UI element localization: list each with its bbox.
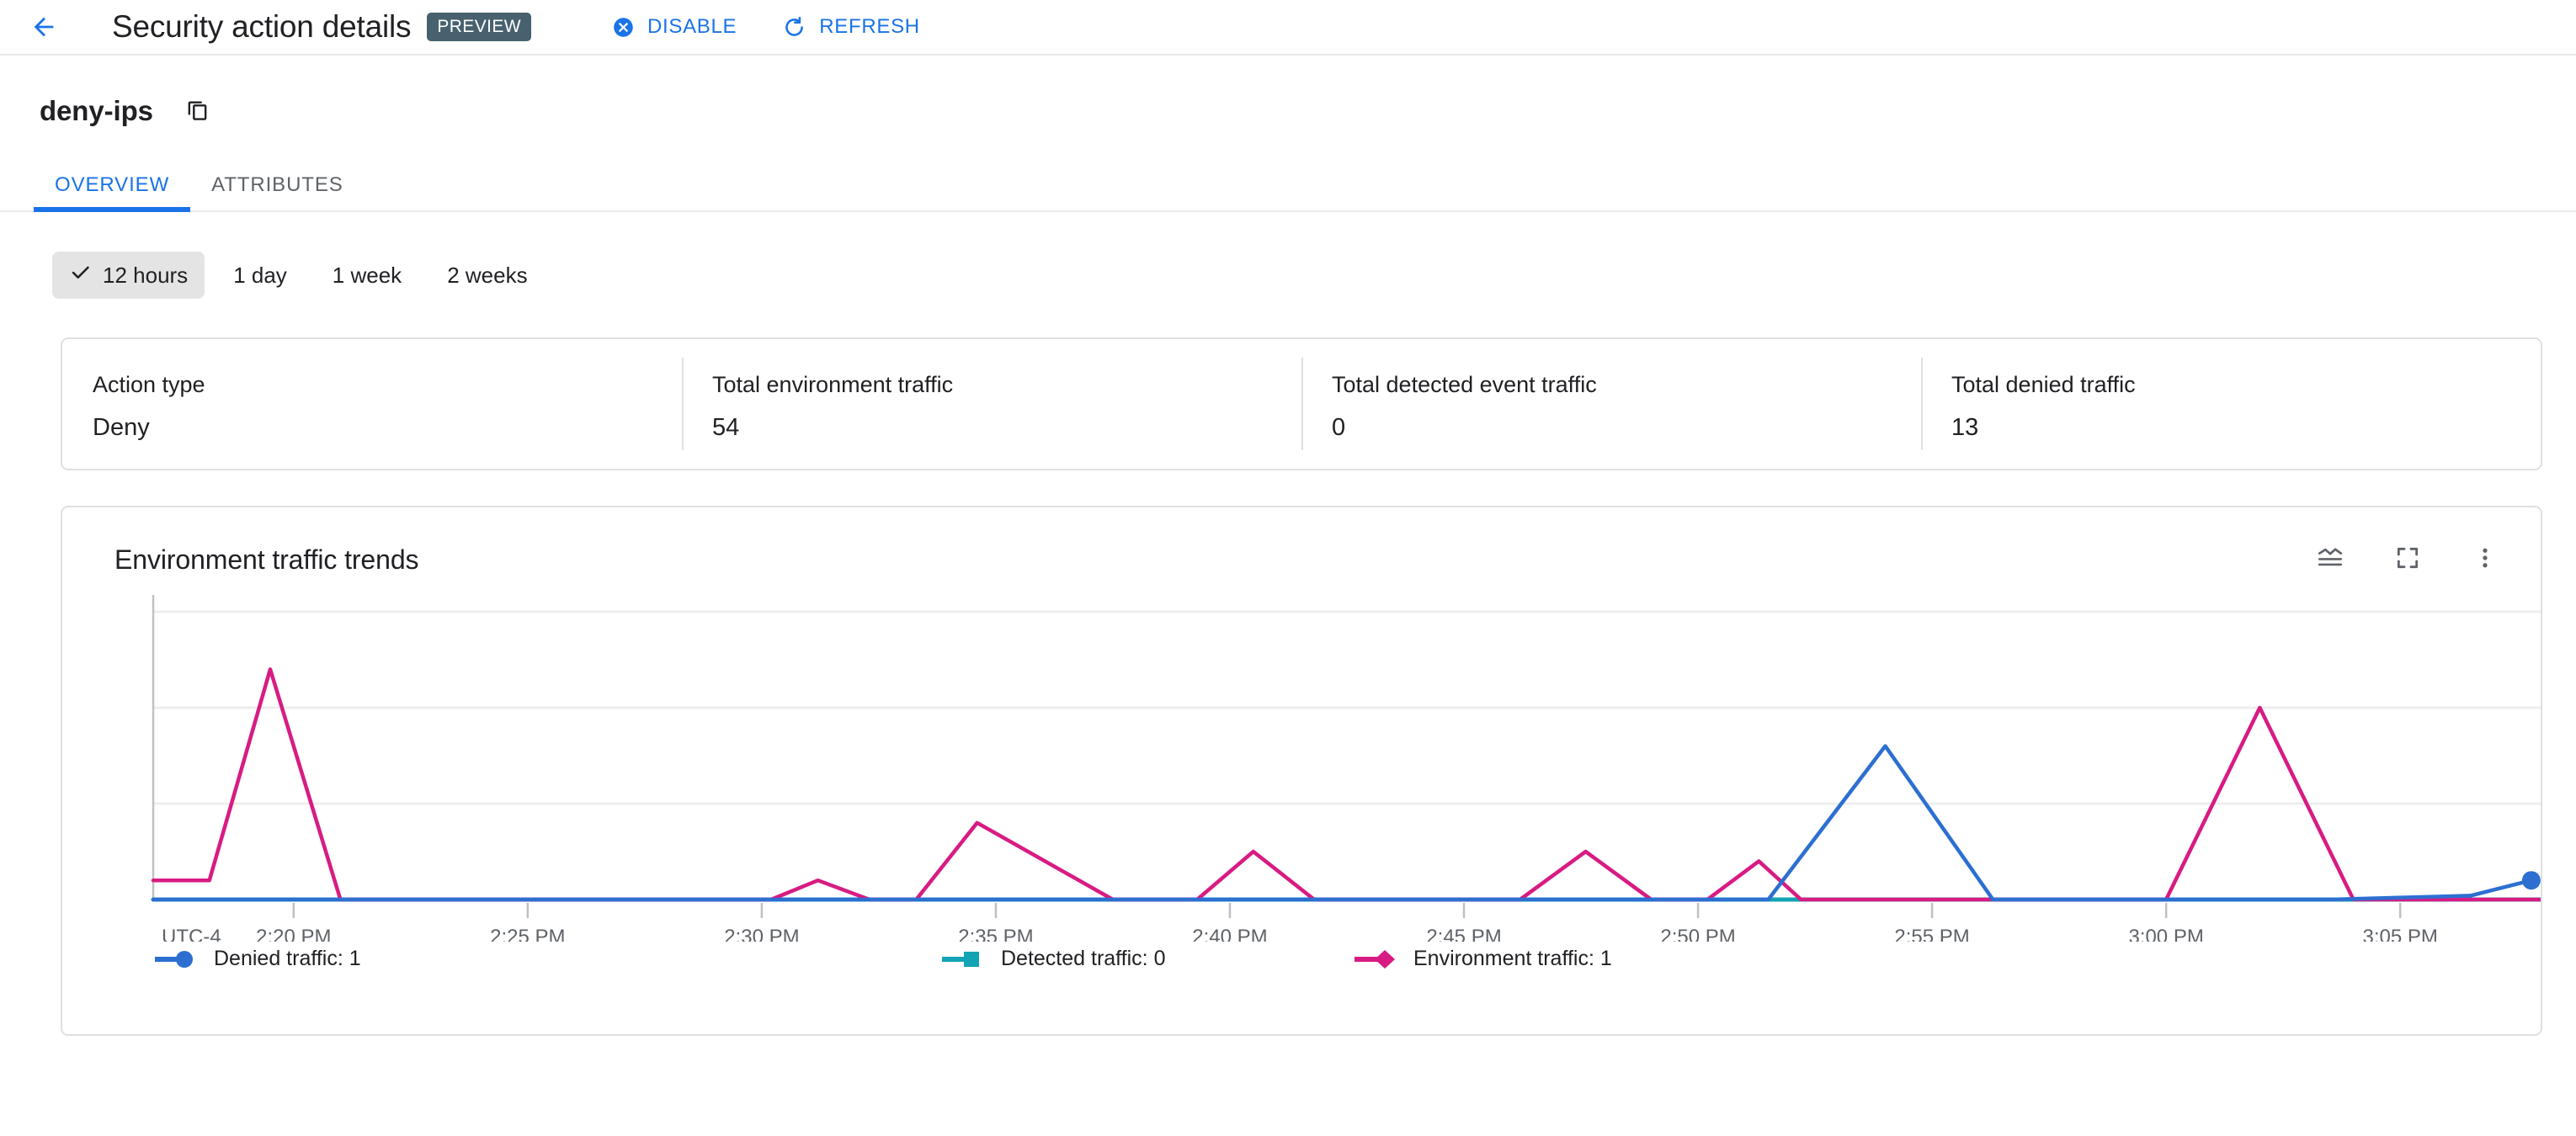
disable-button-label: DISABLE xyxy=(647,15,737,38)
legend-marker-circle-icon xyxy=(155,950,193,968)
top-app-bar: Security action details PREVIEW DISABLE … xyxy=(0,0,2576,56)
time-range-2-weeks[interactable]: 2 weeks xyxy=(430,253,544,298)
copy-button[interactable] xyxy=(181,94,215,128)
stat-value: Deny xyxy=(93,414,150,441)
stat-label: Total denied traffic xyxy=(1951,372,2136,397)
x-axis-tick-label: 2:45 PM xyxy=(1426,926,1501,942)
stat-label: Action type xyxy=(93,372,205,397)
check-icon xyxy=(69,261,92,289)
stat-total-denied-traffic: Total denied traffic 13 xyxy=(1921,339,2541,469)
time-range-1-day-label: 1 day xyxy=(233,262,287,288)
time-range-12-hours-label: 12 hours xyxy=(103,262,189,288)
more-vert-icon xyxy=(2472,545,2498,575)
tab-attributes[interactable]: ATTRIBUTES xyxy=(190,173,365,210)
time-range-2-weeks-label: 2 weeks xyxy=(447,262,528,288)
legend-marker-square-icon xyxy=(942,951,979,967)
chart-title: Environment traffic trends xyxy=(114,544,419,575)
fullscreen-icon xyxy=(2394,544,2421,576)
chart-plot-area[interactable]: 051015UTC-42:20 PM2:25 PM2:30 PM2:35 PM2… xyxy=(62,588,2541,942)
x-axis-tick-label: 2:50 PM xyxy=(1660,926,1735,942)
back-button[interactable] xyxy=(22,5,66,49)
legend-marker-diamond-icon xyxy=(1355,949,1395,969)
refresh-icon xyxy=(782,15,806,40)
summary-stats-card: Action type Deny Total environment traff… xyxy=(61,337,2542,470)
expand-chart-button[interactable] xyxy=(2391,543,2424,576)
refresh-button[interactable]: REFRESH xyxy=(782,15,920,40)
chart-toolbar xyxy=(2313,543,2509,576)
legend-label: Denied traffic: 1 xyxy=(214,947,361,970)
arrow-left-icon xyxy=(29,13,58,41)
stat-value: 0 xyxy=(1332,414,1346,441)
page-title: Security action details xyxy=(112,9,412,44)
top-bar-actions: DISABLE REFRESH xyxy=(612,15,920,40)
legend-label: Environment traffic: 1 xyxy=(1413,947,1612,970)
time-range-1-day[interactable]: 1 day xyxy=(216,253,304,298)
x-axis-tick-label: 3:00 PM xyxy=(2128,926,2203,942)
preview-badge: PREVIEW xyxy=(427,13,531,41)
chart-header: Environment traffic trends xyxy=(62,507,2541,576)
stat-value: 54 xyxy=(712,414,740,441)
stat-label: Total environment traffic xyxy=(712,372,954,397)
chart-type-button[interactable] xyxy=(2313,543,2347,576)
resource-header: deny-ips xyxy=(0,56,2576,128)
time-range-1-week-label: 1 week xyxy=(332,262,402,288)
refresh-button-label: REFRESH xyxy=(819,15,920,38)
tab-overview[interactable]: OVERVIEW xyxy=(34,173,191,212)
x-axis-tick-label: 2:25 PM xyxy=(490,926,565,942)
stat-total-environment-traffic: Total environment traffic 54 xyxy=(682,339,1301,469)
legend-label: Detected traffic: 0 xyxy=(1001,947,1166,970)
environment-traffic-trends-card: Environment traffic trends UTC-4 2:20 PM… xyxy=(61,506,2542,1036)
copy-icon xyxy=(185,97,210,125)
traffic-line-chart[interactable]: 051015UTC-42:20 PM2:25 PM2:30 PM2:35 PM2… xyxy=(62,588,2542,942)
x-axis-tick-label: 3:05 PM xyxy=(2362,926,2437,942)
resource-name: deny-ips xyxy=(40,95,153,126)
series-line-environment-traffic xyxy=(151,667,2541,902)
x-axis-tick-label: 2:55 PM xyxy=(1894,926,1969,942)
stat-action-type: Action type Deny xyxy=(62,339,682,469)
chart-legend: Denied traffic: 1 Detected traffic: 0 En… xyxy=(62,947,2541,971)
time-range-1-week[interactable]: 1 week xyxy=(316,253,418,298)
line-chart-icon xyxy=(2316,544,2344,576)
disable-button[interactable]: DISABLE xyxy=(612,15,737,39)
legend-item-detected-traffic[interactable]: Detected traffic: 0 xyxy=(940,947,1353,971)
timezone-label: UTC-4 xyxy=(162,926,221,942)
x-axis-tick-label: 2:30 PM xyxy=(724,926,799,942)
stat-value: 13 xyxy=(1951,414,1979,441)
cancel-circle-icon xyxy=(612,16,635,39)
x-axis-tick-label: 2:20 PM xyxy=(256,926,331,942)
series-endpoint-marker-denied-traffic xyxy=(2521,871,2541,890)
x-axis-tick-label: 2:40 PM xyxy=(1192,926,1267,942)
series-line-denied-traffic xyxy=(151,744,2534,902)
chart-more-options-button[interactable] xyxy=(2468,543,2502,576)
legend-item-denied-traffic[interactable]: Denied traffic: 1 xyxy=(153,947,940,971)
stat-label: Total detected event traffic xyxy=(1332,372,1597,397)
time-range-selector: 12 hours 1 day 1 week 2 weeks xyxy=(0,252,2576,299)
legend-item-environment-traffic[interactable]: Environment traffic: 1 xyxy=(1353,947,1612,971)
tab-bar: OVERVIEW ATTRIBUTES xyxy=(0,160,2576,212)
time-range-12-hours[interactable]: 12 hours xyxy=(52,252,205,299)
stat-total-detected-event-traffic: Total detected event traffic 0 xyxy=(1301,339,1921,469)
x-axis-tick-label: 2:35 PM xyxy=(958,926,1033,942)
